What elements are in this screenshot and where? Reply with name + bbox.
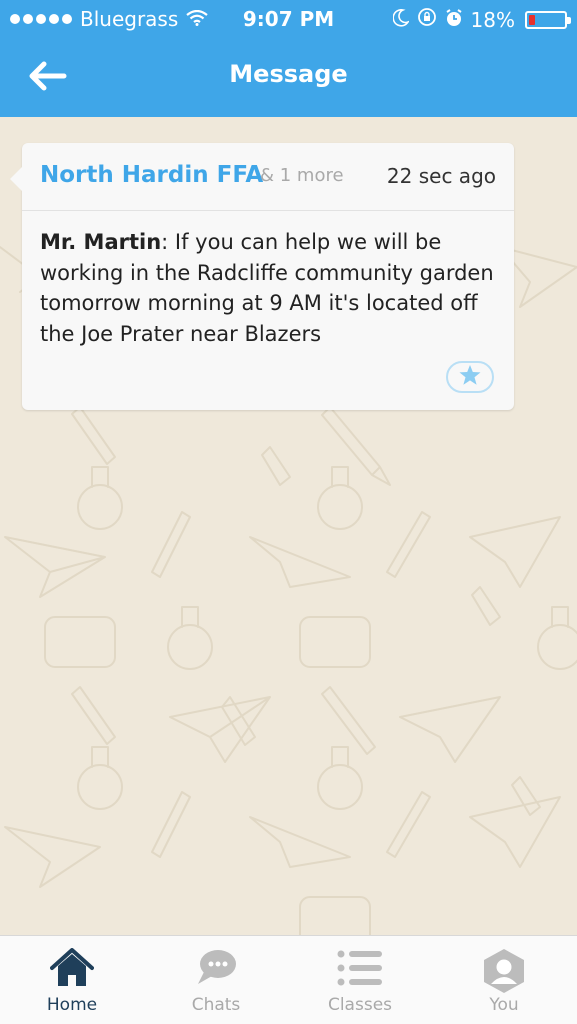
tab-label: Classes <box>327 995 393 1015</box>
message-timestamp: 22 sec ago <box>386 164 496 188</box>
message-header: North Hardin FFA & 1 more 22 sec ago <box>22 143 514 211</box>
sender-name[interactable]: North Hardin FFA <box>40 162 263 188</box>
battery-icon <box>525 10 571 29</box>
status-right: 18% <box>391 7 571 32</box>
tab-label: You <box>489 995 519 1015</box>
recipients-more: & 1 more <box>260 165 344 186</box>
user-icon <box>432 948 576 993</box>
home-icon <box>0 948 144 990</box>
page-title: Message <box>229 60 348 88</box>
battery-percent: 18% <box>470 7 515 32</box>
star-button[interactable] <box>446 361 494 393</box>
alarm-icon <box>445 8 463 32</box>
moon-icon <box>391 8 410 32</box>
card-tail <box>10 167 22 191</box>
message-author: Mr. Martin <box>40 230 162 254</box>
tab-you[interactable]: You <box>432 936 576 1024</box>
tab-home[interactable]: Home <box>0 936 144 1024</box>
tab-label: Chats <box>191 995 241 1015</box>
tab-chats[interactable]: Chats <box>144 936 288 1024</box>
status-bar: Bluegrass 9:07 PM 18% <box>0 0 577 38</box>
tab-classes[interactable]: Classes <box>288 936 432 1024</box>
star-icon <box>458 364 482 390</box>
message-body: Mr. Martin: If you can help we will be w… <box>40 227 500 349</box>
tab-label: Home <box>46 995 98 1015</box>
message-card[interactable]: North Hardin FFA & 1 more 22 sec ago Mr.… <box>10 143 514 410</box>
list-icon <box>288 948 432 990</box>
tab-bar: Home Chats Classes You <box>0 935 577 1024</box>
rotation-lock-icon <box>417 7 437 32</box>
chat-bubble-icon <box>144 948 288 990</box>
header: Bluegrass 9:07 PM 18% Message <box>0 0 577 117</box>
